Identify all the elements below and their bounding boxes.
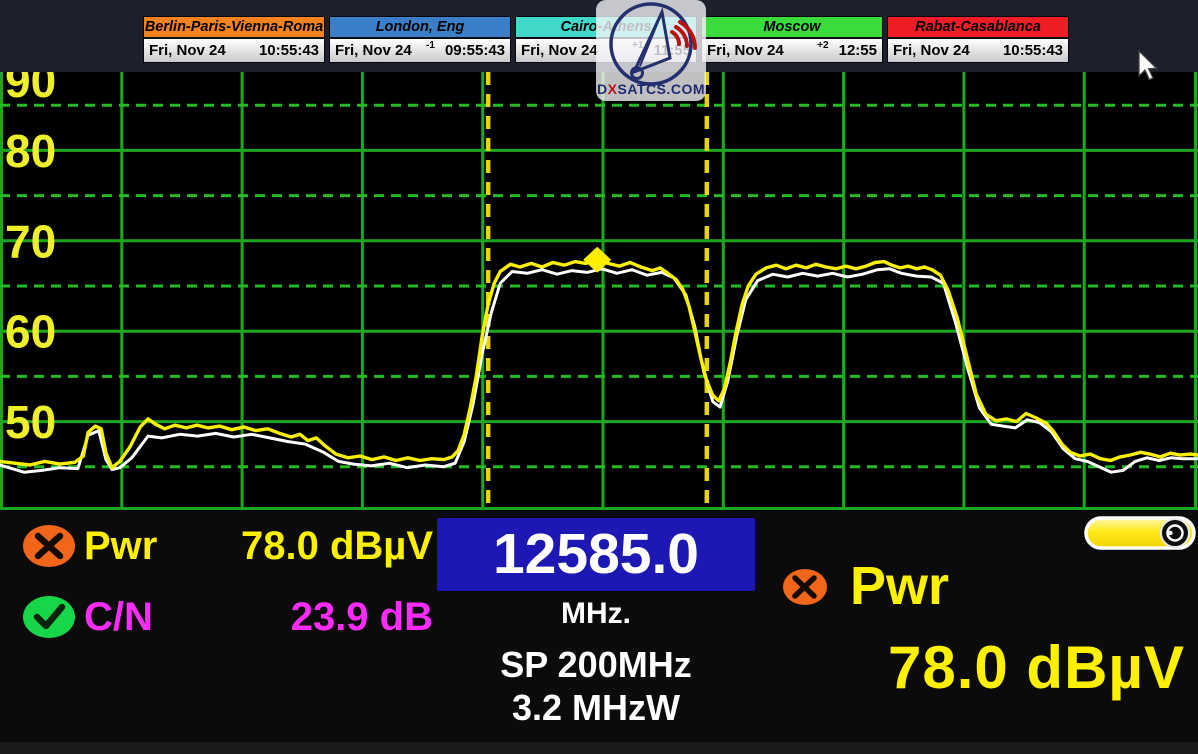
pwr-label: Pwr [84, 524, 157, 568]
dxsatcs-logo: DXSATCS.COM [596, 0, 706, 101]
y-axis-label: 60 [5, 306, 56, 358]
cn-label: C/N [84, 595, 153, 639]
clock-city-label: Rabat-Casablanca [888, 17, 1068, 39]
clock-time-row: Fri, Nov 24 -1 09:55:43 [330, 39, 510, 62]
clock-city-label: Moscow [702, 17, 882, 39]
pwr-value: 78.0 dBµV [185, 524, 433, 568]
logo-text: DXSATCS.COM [596, 81, 706, 97]
frequency-value: 12585.0 [493, 522, 699, 586]
selected-pwr-x-icon [782, 568, 828, 606]
clock-date: Fri, Nov 24 [893, 42, 970, 59]
clock-city-label: London, Eng [330, 17, 510, 39]
trace-peak-yellow [0, 260, 1198, 468]
clock-city-label: Berlin-Paris-Vienna-Roma [144, 17, 324, 39]
clock-cell: Moscow Fri, Nov 24 +2 12:55 [701, 16, 883, 63]
pwr-toggle[interactable] [1084, 516, 1196, 550]
span-value: SP 200MHz [413, 644, 779, 686]
pwr-x-status-icon [22, 524, 76, 568]
y-axis-label: 50 [5, 396, 56, 448]
meter-screen: 9080706050 Berlin-Paris-Vienna-RomaFri, … [0, 0, 1198, 754]
clock-date: Fri, Nov 24 [149, 42, 226, 59]
clock-utc-offset: -1 [426, 40, 435, 51]
frequency-display[interactable]: 12585.0 [437, 518, 755, 591]
clock-cell: London, Eng Fri, Nov 24 -1 09:55:43 [329, 16, 511, 63]
clock-cell: Berlin-Paris-Vienna-Roma Fri, Nov 24 10:55… [143, 16, 325, 63]
selected-pwr-label: Pwr [850, 558, 949, 614]
clock-time-row: Fri, Nov 24 +2 12:55 [702, 39, 882, 62]
selected-pwr-value: 78.0 dBµV [755, 633, 1185, 702]
clock-date: Fri, Nov 24 [707, 42, 784, 59]
clock-date: Fri, Nov 24 [335, 42, 412, 59]
frequency-unit: MHz. [413, 597, 779, 631]
bottom-panel: Pwr 78.0 dBµV C/N 23.9 dB 12585.0 MHz. S… [0, 511, 1198, 754]
clock-time-row: Fri, Nov 24 10:55:43 [144, 39, 324, 62]
cn-value: 23.9 dB [185, 595, 433, 639]
mouse-cursor [1136, 50, 1162, 84]
y-axis-label: 80 [5, 125, 56, 177]
y-axis-label: 70 [5, 215, 56, 267]
clock-utc-offset: +2 [817, 40, 828, 51]
clock-cell: Rabat-Casablanca Fri, Nov 24 10:55:43 [887, 16, 1069, 63]
cn-check-status-icon [22, 595, 76, 639]
bandwidth-value: 3.2 MHzW [413, 687, 779, 729]
trace-live-white [0, 269, 1198, 472]
clock-time: 12:55 [839, 42, 877, 59]
grid [0, 60, 1198, 510]
clock-time-row: Fri, Nov 24 10:55:43 [888, 39, 1068, 62]
clock-date: Fri, Nov 24 [521, 42, 598, 59]
clock-time: 09:55:43 [445, 42, 505, 59]
clock-time: 10:55:43 [259, 42, 319, 59]
toggle-knob[interactable] [1161, 519, 1189, 547]
clock-time: 10:55:43 [1003, 42, 1063, 59]
